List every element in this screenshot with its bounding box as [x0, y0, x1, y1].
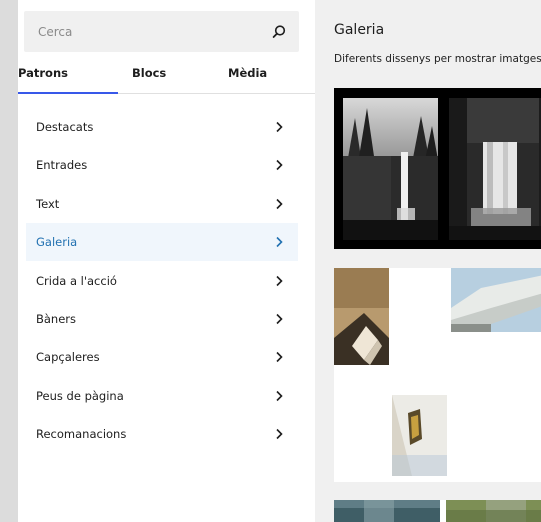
- category-label: Peus de pàgina: [36, 388, 124, 403]
- category-label: Capçaleres: [36, 350, 100, 365]
- chevron-right-icon: [276, 352, 283, 363]
- category-banners[interactable]: Bàners: [26, 300, 298, 338]
- chevron-right-icon: [276, 198, 283, 209]
- category-testimonials[interactable]: Recomanacions: [26, 415, 298, 453]
- tab-selected-indicator: [18, 92, 118, 94]
- category-label: Recomanacions: [36, 427, 127, 442]
- architecture-photo-2: [451, 268, 541, 332]
- tab-patterns[interactable]: Patrons: [18, 52, 118, 94]
- category-title: Galeria: [334, 22, 385, 38]
- chevron-right-icon: [276, 275, 283, 286]
- category-label: Text: [36, 196, 60, 211]
- chevron-right-icon: [276, 390, 283, 401]
- architecture-photo-1: [334, 268, 389, 365]
- inserter-sidebar: Patrons Blocs Mèdia Destacats Entrades T…: [18, 0, 315, 522]
- category-text[interactable]: Text: [26, 185, 298, 223]
- category-gallery[interactable]: Galeria: [26, 223, 298, 262]
- chevron-right-icon: [276, 121, 283, 133]
- category-featured[interactable]: Destacats: [26, 108, 298, 146]
- category-description: Diferents dissenys per mostrar imatges.: [334, 53, 541, 65]
- category-label: Bàners: [36, 311, 77, 326]
- category-label: Destacats: [36, 120, 94, 134]
- category-headers[interactable]: Capçaleres: [26, 338, 298, 376]
- chevron-right-icon: [276, 160, 283, 171]
- pattern-card-waterfalls[interactable]: [334, 88, 541, 249]
- category-label: Galeria: [36, 235, 78, 250]
- chevron-right-icon: [276, 237, 283, 248]
- tab-blocks[interactable]: Blocs: [132, 52, 166, 94]
- pattern-category-list: Destacats Entrades Text Galeria Crida a …: [26, 108, 298, 454]
- waterfall-photo-left: [343, 98, 438, 240]
- chevron-right-icon: [276, 429, 283, 440]
- category-call-to-action[interactable]: Crida a l'acció: [26, 262, 298, 300]
- pattern-card-architecture[interactable]: [334, 268, 541, 482]
- aerial-photo-1: [334, 500, 440, 522]
- waterfall-photo-right: [449, 98, 541, 240]
- category-footers[interactable]: Peus de pàgina: [26, 377, 298, 415]
- category-posts[interactable]: Entrades: [26, 146, 298, 184]
- tab-media[interactable]: Mèdia: [228, 52, 267, 94]
- pattern-preview-panel: Galeria Diferents dissenys per mostrar i…: [315, 0, 541, 522]
- inserter-tabs: Patrons Blocs Mèdia: [18, 52, 315, 94]
- pattern-card-aerial[interactable]: [334, 500, 541, 522]
- search-box: [24, 11, 299, 52]
- search-input[interactable]: [24, 11, 264, 52]
- aerial-photo-2: [446, 500, 541, 522]
- architecture-photo-3: [392, 395, 447, 476]
- category-label: Crida a l'acció: [36, 273, 117, 288]
- category-label: Entrades: [36, 158, 88, 173]
- chevron-right-icon: [276, 313, 283, 325]
- search-icon[interactable]: [270, 23, 288, 41]
